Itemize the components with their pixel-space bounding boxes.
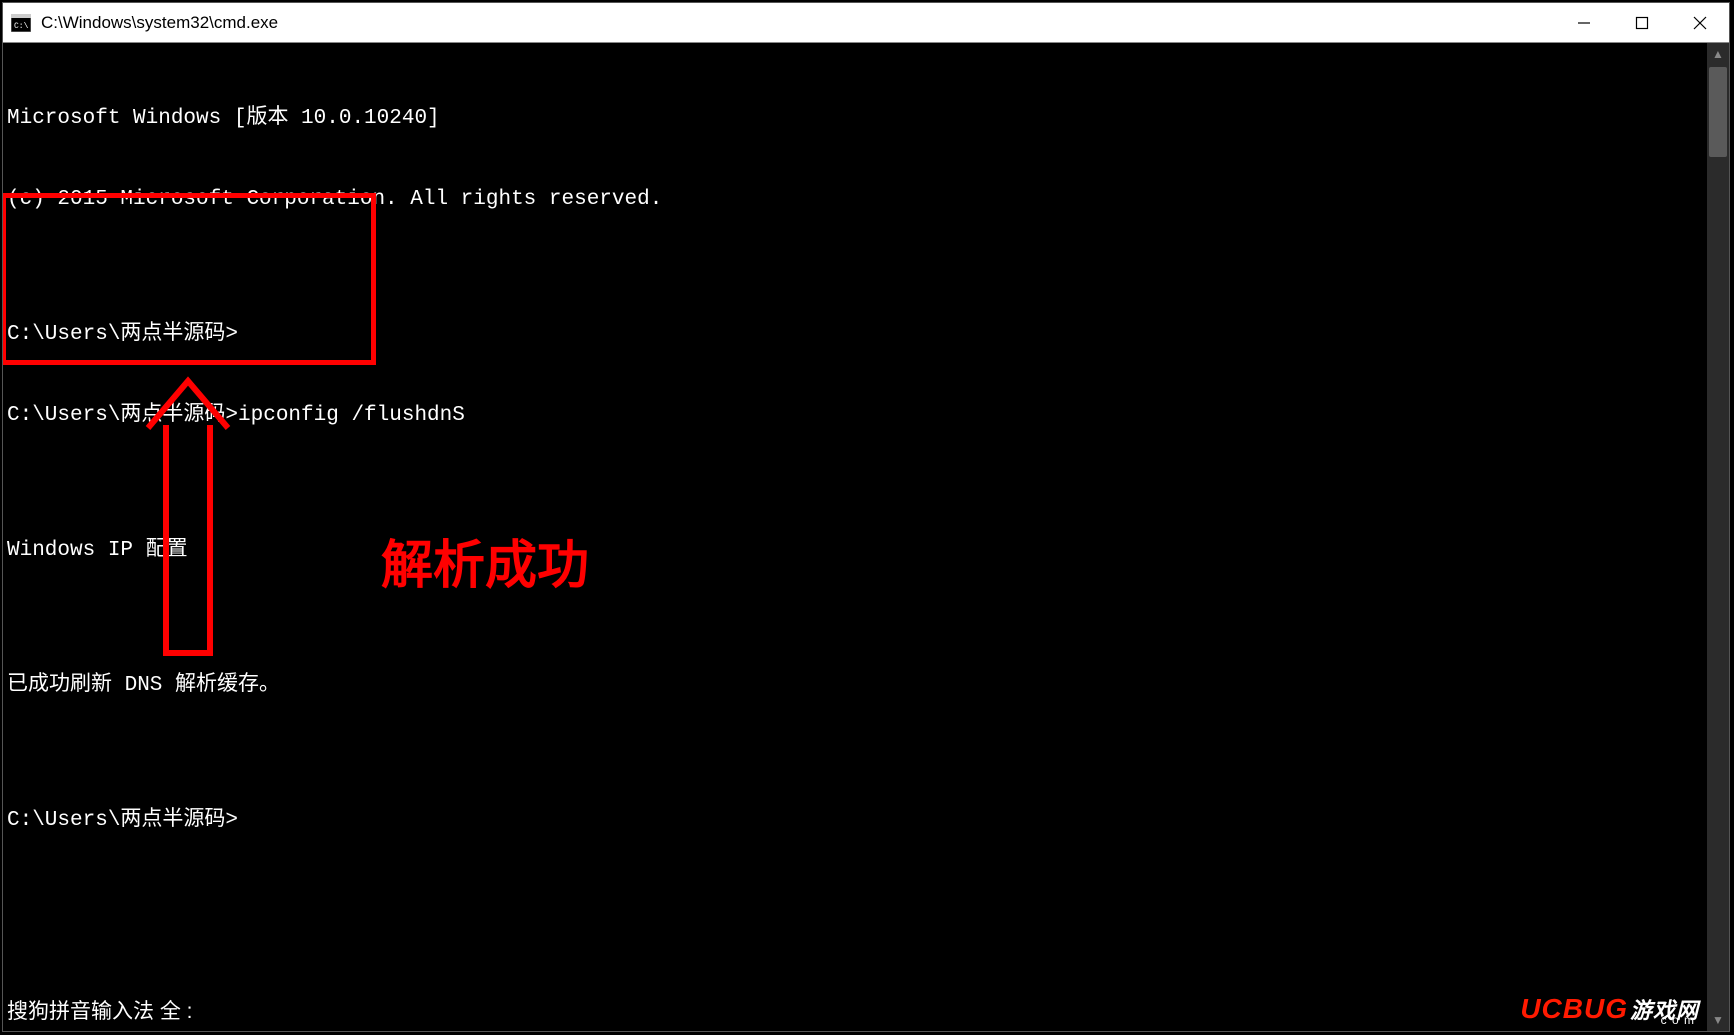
window-title: C:\Windows\system32\cmd.exe	[41, 13, 1555, 33]
console-line: Microsoft Windows [版本 10.0.10240]	[7, 105, 1707, 132]
console-line: (c) 2015 Microsoft Corporation. All righ…	[7, 186, 1707, 213]
console-output: Microsoft Windows [版本 10.0.10240] (c) 20…	[3, 43, 1707, 1031]
titlebar[interactable]: C:\ C:\Windows\system32\cmd.exe	[3, 3, 1729, 43]
console-line: Windows IP 配置	[7, 537, 1707, 564]
maximize-button[interactable]	[1613, 3, 1671, 42]
ime-status: 搜狗拼音输入法 全 :	[7, 995, 193, 1025]
minimize-button[interactable]	[1555, 3, 1613, 42]
vertical-scrollbar[interactable]: ▲ ▼	[1707, 43, 1729, 1031]
scroll-down-icon[interactable]: ▼	[1707, 1009, 1729, 1031]
console-area[interactable]: Microsoft Windows [版本 10.0.10240] (c) 20…	[3, 43, 1729, 1031]
console-line: 已成功刷新 DNS 解析缓存。	[7, 672, 1707, 699]
close-button[interactable]	[1671, 3, 1729, 42]
cmd-window: C:\ C:\Windows\system32\cmd.exe Microsof…	[2, 2, 1730, 1032]
window-controls	[1555, 3, 1729, 42]
console-line: C:\Users\两点半源码>	[7, 807, 1707, 834]
console-line: C:\Users\两点半源码>	[7, 321, 1707, 348]
svg-text:C:\: C:\	[14, 22, 29, 31]
scroll-thumb[interactable]	[1709, 67, 1727, 157]
console-line: C:\Users\两点半源码>ipconfig /flushdnS	[7, 402, 1707, 429]
cmd-icon: C:\	[11, 14, 31, 32]
scroll-up-icon[interactable]: ▲	[1707, 43, 1729, 65]
